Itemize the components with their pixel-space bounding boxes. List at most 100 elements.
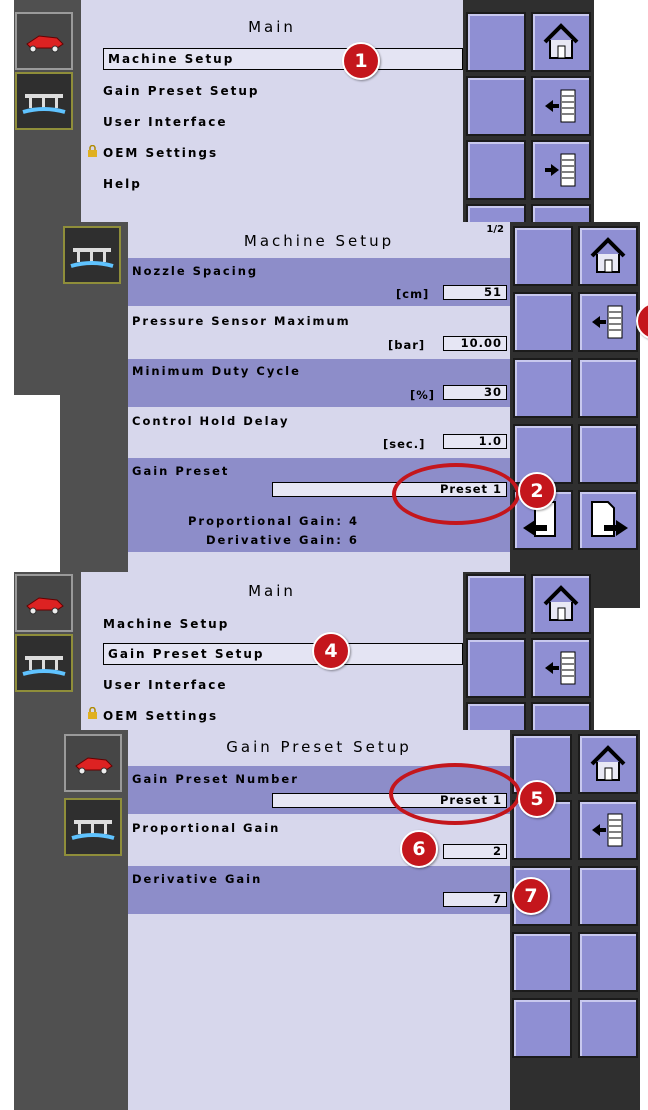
boom-icon [70, 248, 114, 268]
vehicle-icon [26, 597, 64, 615]
blank-button[interactable] [512, 998, 572, 1058]
boom-button[interactable] [15, 72, 73, 130]
lock-icon [88, 145, 97, 157]
menu-gain-preset-setup[interactable]: Gain Preset Setup [103, 643, 463, 665]
nozzle-spacing-unit: [cm] [396, 287, 430, 301]
blank-button[interactable] [466, 76, 526, 136]
callout-6: 6 [400, 830, 438, 868]
back-list-button[interactable] [531, 76, 591, 136]
blank-button[interactable] [512, 932, 572, 992]
vehicle-button[interactable] [15, 12, 73, 70]
highlight-ring [392, 463, 520, 525]
vehicle-icon [26, 35, 64, 53]
back-list-button[interactable] [531, 638, 591, 698]
callout-5: 5 [518, 780, 556, 818]
page-title: Main [248, 582, 296, 600]
home-button[interactable] [578, 734, 638, 794]
blank-button[interactable] [466, 702, 526, 732]
derivative-gain-value[interactable]: 7 [443, 892, 507, 907]
home-icon [590, 745, 626, 781]
blank-button[interactable] [513, 358, 573, 418]
main-menu-panel: Main Machine Setup Gain Preset Setup Use… [81, 572, 463, 732]
highlight-ring [389, 763, 521, 825]
home-icon [543, 585, 579, 621]
pressure-sensor-value[interactable]: 10.00 [443, 336, 507, 351]
back-list-icon [545, 651, 576, 685]
menu-user-interface[interactable]: User Interface [103, 115, 228, 129]
page-title: Machine Setup [243, 232, 395, 250]
derivative-gain-text: Derivative Gain: 6 [206, 533, 359, 547]
back-list-icon [545, 89, 576, 123]
next-page-button[interactable] [578, 490, 638, 550]
blank-button[interactable] [578, 866, 638, 926]
callout-7: 7 [512, 877, 550, 915]
menu-oem-settings[interactable]: OEM Settings [103, 146, 218, 160]
control-hold-value[interactable]: 1.0 [443, 434, 507, 449]
control-hold-unit: [sec.] [383, 437, 426, 451]
vehicle-icon [75, 757, 113, 775]
duty-cycle-value[interactable]: 30 [443, 385, 507, 400]
next-page-icon [591, 501, 628, 537]
boom-button[interactable] [15, 634, 73, 692]
boom-icon [22, 94, 66, 114]
proportional-gain-value[interactable]: 2 [443, 844, 507, 859]
boom-button[interactable] [63, 226, 121, 284]
pressure-sensor-unit: [bar] [388, 338, 426, 352]
home-button[interactable] [578, 226, 638, 286]
callout-4: 4 [312, 632, 350, 670]
back-list-icon [592, 305, 623, 339]
callout-2: 2 [518, 472, 556, 510]
duty-cycle-unit: [%] [410, 388, 436, 402]
blank-button[interactable] [513, 226, 573, 286]
home-icon [543, 23, 579, 59]
forward-list-icon [545, 153, 576, 187]
boom-button[interactable] [64, 798, 122, 856]
control-hold-label: Control Hold Delay [132, 414, 290, 428]
page-title: Main [248, 18, 296, 36]
home-button[interactable] [531, 574, 591, 634]
proportional-gain-text: Proportional Gain: 4 [188, 514, 359, 528]
callout-1: 1 [342, 42, 380, 80]
menu-machine-setup[interactable]: Machine Setup [103, 48, 463, 70]
boom-icon [22, 656, 66, 676]
machine-setup-screen: Machine Setup 1/2 Nozzle Spacing [cm] 51… [60, 222, 640, 608]
blank-button[interactable] [578, 424, 638, 484]
home-icon [590, 237, 626, 273]
menu-oem-settings[interactable]: OEM Settings [103, 709, 218, 723]
nozzle-spacing-value[interactable]: 51 [443, 285, 507, 300]
blank-button[interactable] [578, 998, 638, 1058]
menu-gain-preset-setup[interactable]: Gain Preset Setup [103, 84, 259, 98]
nozzle-spacing-label: Nozzle Spacing [132, 264, 259, 278]
blank-button[interactable] [513, 292, 573, 352]
blank-button[interactable] [466, 638, 526, 698]
menu-help[interactable]: Help [103, 177, 142, 191]
left-sidebar-outer [14, 730, 60, 1110]
blank-button[interactable] [466, 574, 526, 634]
menu-user-interface[interactable]: User Interface [103, 678, 228, 692]
home-button[interactable] [531, 12, 591, 72]
back-list-button[interactable] [578, 800, 638, 860]
forward-list-button[interactable] [531, 140, 591, 200]
page-title: Gain Preset Setup [226, 738, 412, 756]
vehicle-button[interactable] [64, 734, 122, 792]
blank-button[interactable] [466, 12, 526, 72]
partial-button[interactable] [531, 702, 591, 732]
page-number: 1/2 [486, 224, 504, 235]
machine-setup-panel: Machine Setup 1/2 Nozzle Spacing [cm] 51… [128, 222, 510, 608]
gain-preset-label: Gain Preset [132, 464, 230, 478]
derivative-gain-label: Derivative Gain [132, 872, 263, 886]
menu-machine-setup[interactable]: Machine Setup [103, 617, 229, 631]
back-list-icon [592, 813, 623, 847]
lock-icon [88, 707, 97, 719]
pressure-sensor-label: Pressure Sensor Maximum [132, 314, 351, 328]
gain-preset-number-label: Gain Preset Number [132, 772, 299, 786]
proportional-gain-label: Proportional Gain [132, 821, 281, 835]
vehicle-button[interactable] [15, 574, 73, 632]
blank-button[interactable] [578, 358, 638, 418]
main-screen-2: Main Machine Setup Gain Preset Setup Use… [14, 572, 594, 732]
duty-cycle-label: Minimum Duty Cycle [132, 364, 301, 378]
blank-button[interactable] [578, 932, 638, 992]
boom-icon [71, 820, 115, 840]
back-list-button[interactable] [578, 292, 638, 352]
blank-button[interactable] [466, 140, 526, 200]
